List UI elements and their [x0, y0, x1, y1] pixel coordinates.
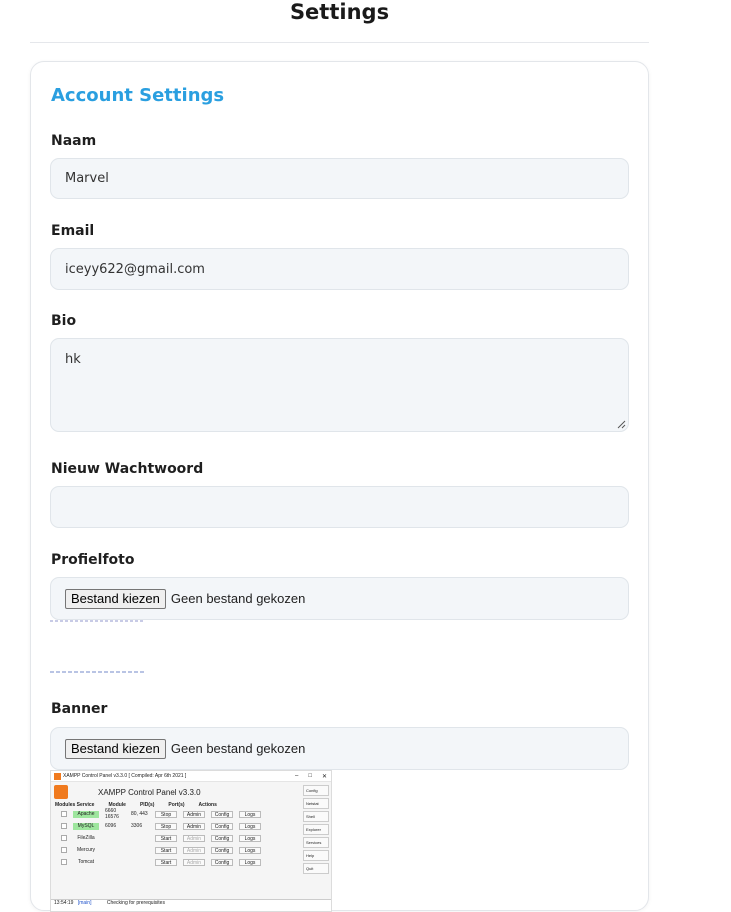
- preview-column-0: Modules Service: [55, 802, 95, 808]
- bio-label: Bio: [51, 313, 77, 329]
- preview-column-3: Port(s): [168, 802, 185, 808]
- preview-side-button: Quit: [303, 863, 329, 874]
- preview-window-controls: – □ ✕: [295, 772, 327, 780]
- title-divider: [30, 42, 649, 43]
- name-value: Marvel: [65, 171, 109, 186]
- email-label: Email: [51, 223, 95, 239]
- preview-module-rows: Apache 6660 16576 80, 443 Stop Admin Config Lo…: [51, 808, 331, 868]
- banner-label: Banner: [51, 701, 108, 717]
- preview-service-checkbox: [61, 847, 67, 853]
- preview-module-name: MySQL: [73, 822, 99, 830]
- preview-action-button: Config: [211, 810, 233, 818]
- preview-window-title: XAMPP Control Panel v3.3.0 [ Compiled: A…: [63, 773, 187, 779]
- bio-value: hk: [65, 352, 81, 367]
- preview-side-button: Services: [303, 837, 329, 848]
- preview-side-button: Explorer: [303, 824, 329, 835]
- preview-action-button: Stop: [155, 810, 177, 818]
- page-title: Settings: [289, 0, 390, 24]
- preview-side-button: Shell: [303, 811, 329, 822]
- preview-header: XAMPP Control Panel v3.3.0: [51, 782, 331, 802]
- preview-titlebar: XAMPP Control Panel v3.3.0 [ Compiled: A…: [51, 771, 331, 782]
- preview-action-button: Admin: [183, 846, 205, 854]
- preview-module-pid: 6660 16576: [105, 808, 119, 820]
- preview-action-button: Logs: [239, 810, 261, 818]
- password-label: Nieuw Wachtwoord: [51, 461, 204, 477]
- preview-module-pid: 6096: [105, 823, 117, 829]
- preview-module-row: Mercury Start Admin Config Logs: [51, 844, 331, 856]
- preview-action-button: Start: [155, 846, 177, 854]
- preview-side-button: Help: [303, 850, 329, 861]
- password-input[interactable]: [50, 486, 629, 528]
- profile-file-status: Geen bestand gekozen: [170, 591, 306, 606]
- preview-action-button: Admin: [183, 858, 205, 866]
- preview-action-button: Logs: [239, 858, 261, 866]
- log-source: [main]: [77, 900, 92, 906]
- preview-side-buttons: Config Netstat Shell Explorer Services Help Qu…: [303, 785, 329, 876]
- preview-action-button: Admin: [183, 822, 205, 830]
- preview-side-button: Netstat: [303, 798, 329, 809]
- preview-module-name: Tomcat: [77, 858, 95, 865]
- name-input[interactable]: Marvel: [50, 158, 629, 199]
- preview-action-button: Start: [155, 834, 177, 842]
- preview-module-name: Apache: [73, 810, 99, 818]
- banner-choose-file-button[interactable]: Bestand kiezen: [65, 738, 166, 759]
- preview-module-row: Apache 6660 16576 80, 443 Stop Admin Config Lo…: [51, 808, 331, 820]
- banner-preview-image: XAMPP Control Panel v3.3.0 [ Compiled: A…: [50, 770, 332, 912]
- preview-action-button: Admin: [183, 834, 205, 842]
- resize-handle-icon[interactable]: [616, 419, 626, 429]
- email-value: iceyy622@gmail.com: [65, 261, 205, 277]
- preview-action-button: Logs: [239, 822, 261, 830]
- profile-photo-label: Profielfoto: [51, 552, 135, 568]
- email-input[interactable]: iceyy622@gmail.com: [50, 248, 629, 290]
- name-label: Naam: [51, 133, 97, 149]
- preview-module-name: FileZilla: [77, 834, 95, 841]
- preview-action-button: Config: [211, 822, 233, 830]
- xampp-logo-icon: [54, 772, 61, 780]
- preview-action-button: Config: [211, 858, 233, 866]
- log-text: Checking for prerequisites: [106, 900, 165, 906]
- account-settings-card: Account Settings Naam Marvel Email iceyy…: [30, 61, 649, 912]
- preview-action-button: Stop: [155, 822, 177, 830]
- preview-module-port: 80, 443: [131, 811, 148, 817]
- preview-module-row: MySQL 6096 3306 Stop Admin Config Logs: [51, 820, 331, 832]
- preview-service-checkbox: [61, 823, 67, 829]
- profile-photo-preview: [50, 620, 144, 673]
- card-title: Account Settings: [51, 85, 225, 106]
- banner-file-input[interactable]: Bestand kiezen Geen bestand gekozen: [50, 727, 629, 770]
- preview-action-button: Admin: [183, 810, 205, 818]
- preview-action-button: Config: [211, 834, 233, 842]
- banner-file-status: Geen bestand gekozen: [170, 741, 306, 756]
- preview-action-button: Config: [211, 846, 233, 854]
- log-time: 13:54:19: [54, 900, 74, 906]
- preview-service-checkbox: [61, 811, 67, 817]
- xampp-big-logo-icon: [54, 785, 68, 799]
- preview-service-checkbox: [61, 859, 67, 865]
- preview-heading: XAMPP Control Panel v3.3.0: [98, 787, 201, 797]
- preview-column-2: PID(s): [139, 802, 155, 808]
- preview-action-button: Logs: [239, 834, 261, 842]
- preview-column-4: Actions: [198, 802, 217, 808]
- profile-photo-file-input[interactable]: Bestand kiezen Geen bestand gekozen: [50, 577, 629, 620]
- preview-service-checkbox: [61, 835, 67, 841]
- preview-log: 13:54:19 [main] Checking for prerequisit…: [51, 899, 331, 911]
- preview-module-port: 3306: [131, 823, 143, 829]
- preview-module-name: Mercury: [76, 846, 96, 853]
- preview-action-button: Logs: [239, 846, 261, 854]
- preview-module-row: Tomcat Start Admin Config Logs: [51, 856, 331, 868]
- bio-textarea[interactable]: hk: [50, 338, 629, 432]
- profile-choose-file-button[interactable]: Bestand kiezen: [65, 588, 166, 609]
- preview-module-row: FileZilla Start Admin Config Logs: [51, 832, 331, 844]
- preview-action-button: Start: [155, 858, 177, 866]
- preview-side-button: Config: [303, 785, 329, 796]
